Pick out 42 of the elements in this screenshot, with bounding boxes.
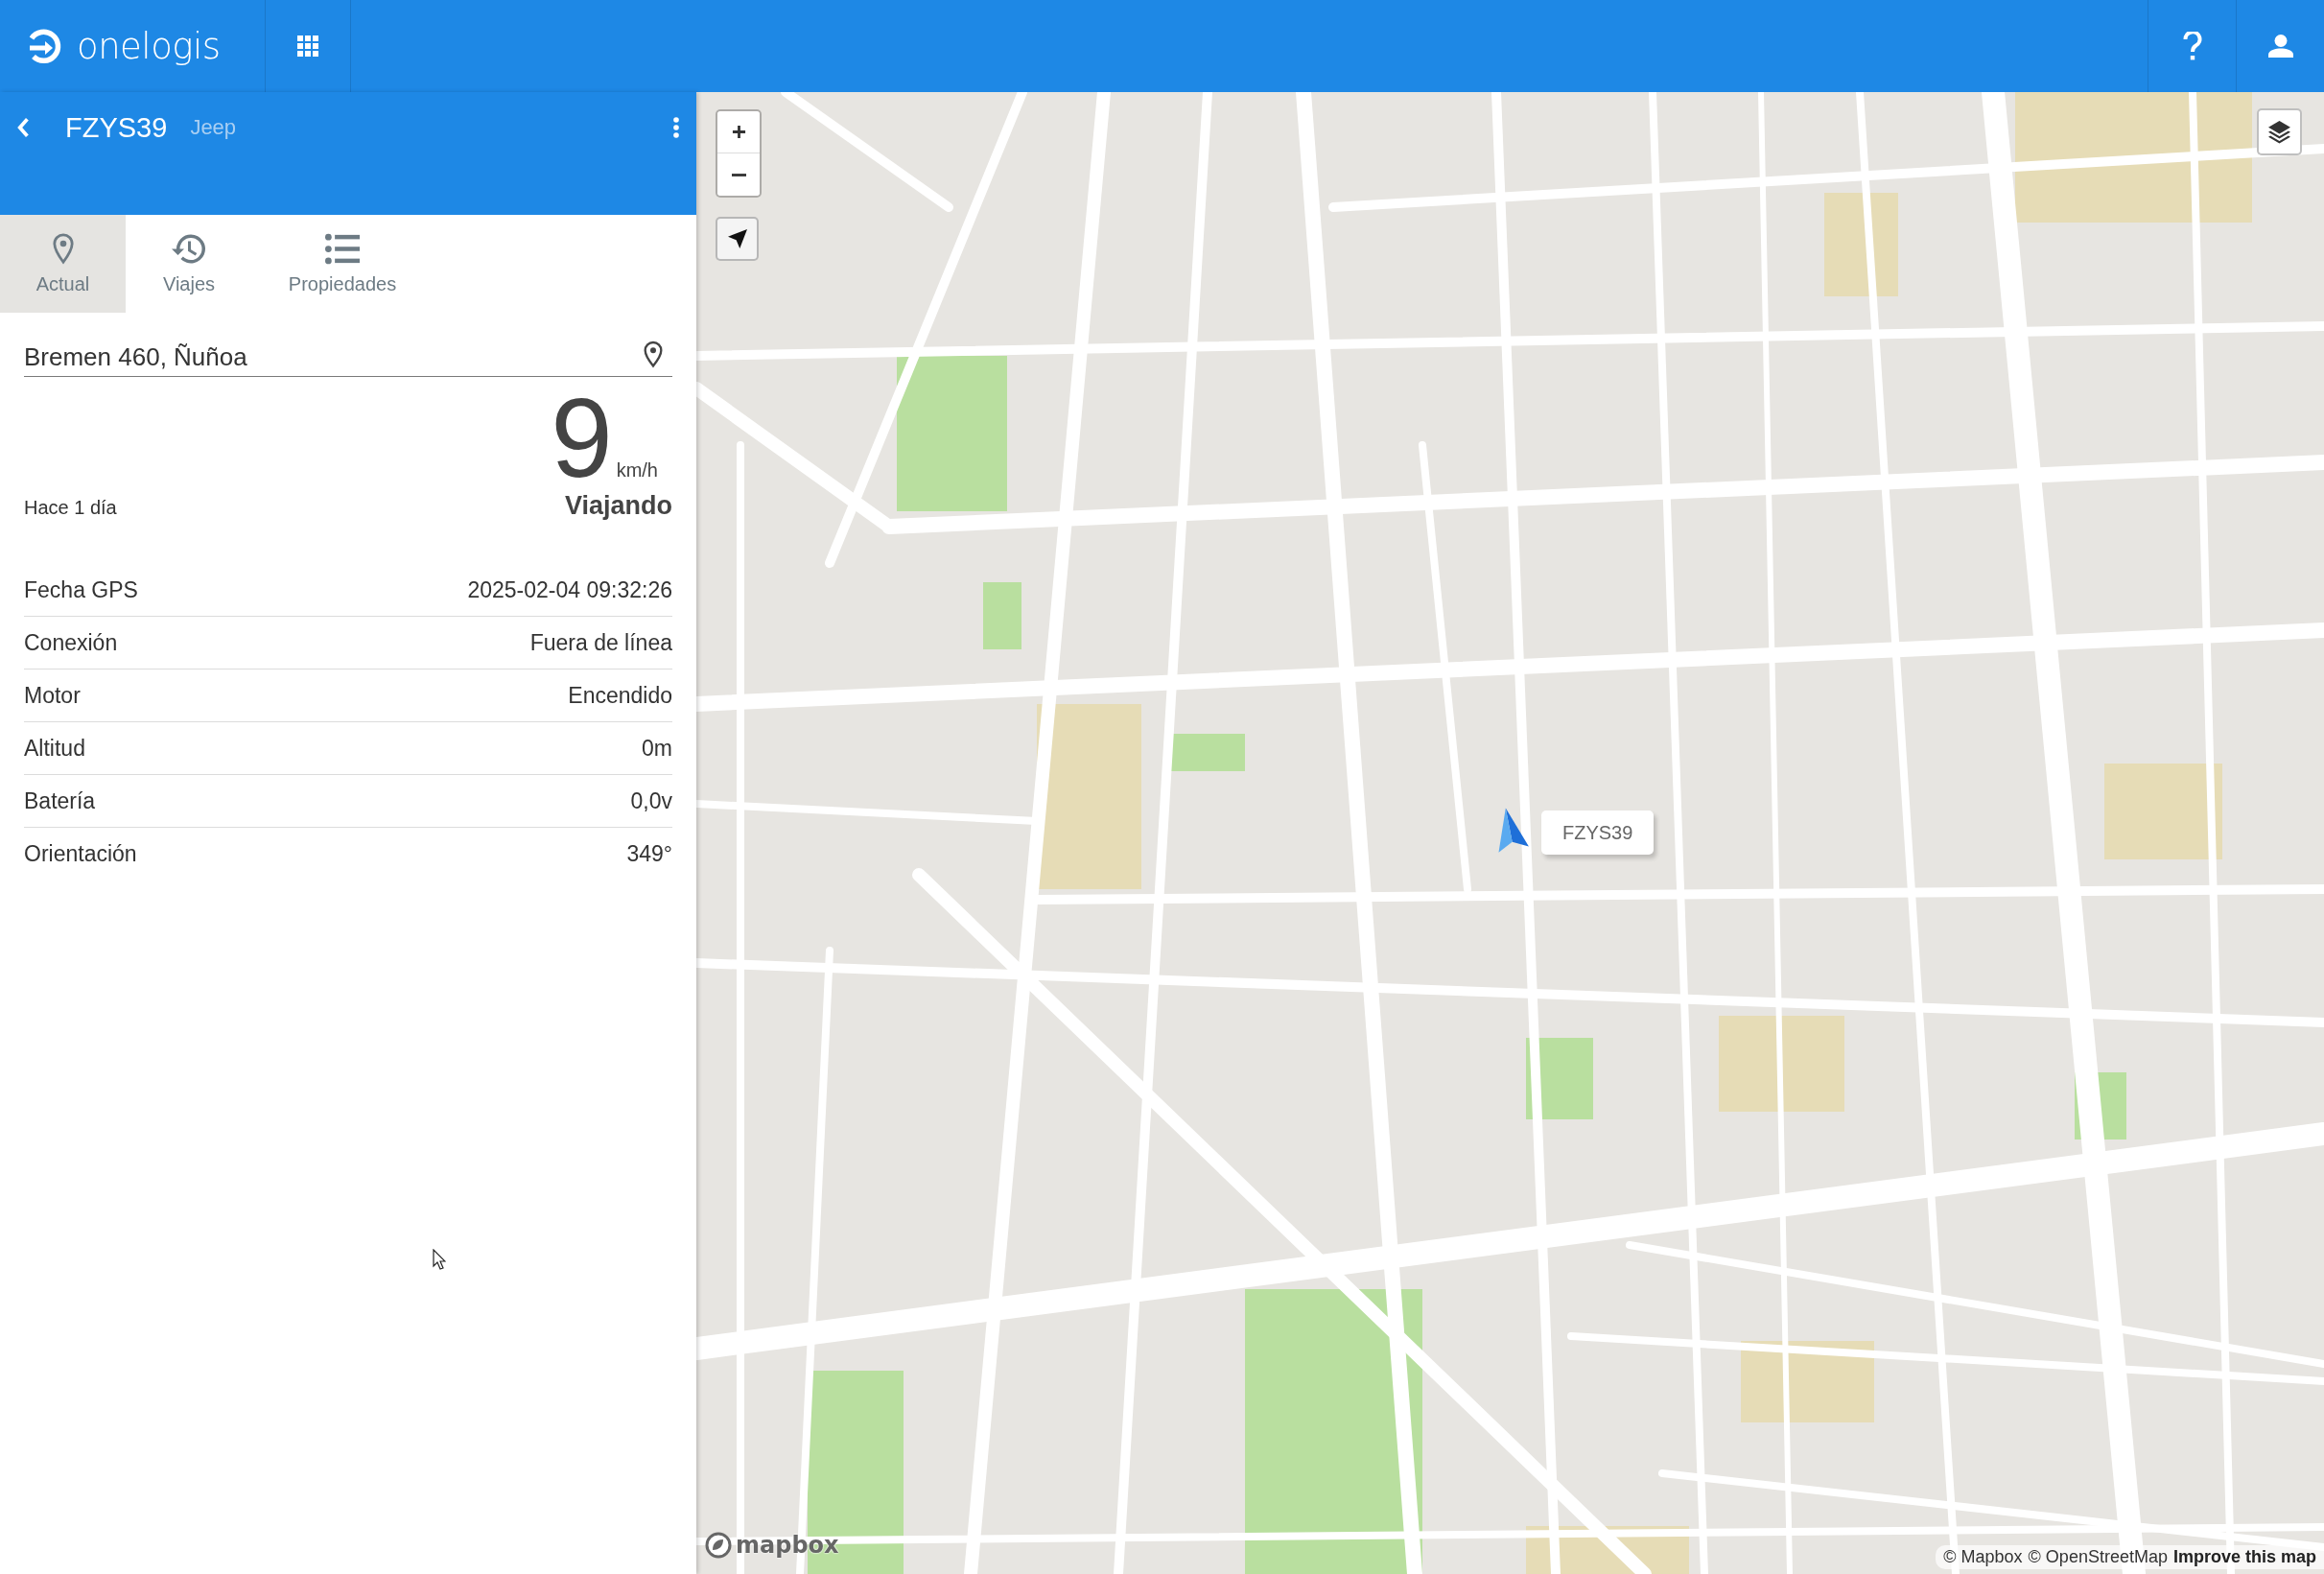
plus-icon xyxy=(731,125,746,139)
back-icon xyxy=(16,117,30,138)
more-icon xyxy=(673,117,679,138)
logo-icon xyxy=(705,1532,732,1559)
layers-icon xyxy=(2267,120,2291,144)
vehicle-map-label: FZYS39 xyxy=(1541,810,1655,855)
property-value: 0m xyxy=(642,735,672,762)
property-value: Encendido xyxy=(568,682,672,709)
speed-value: 9 xyxy=(551,390,613,486)
attribution-link[interactable]: Improve this map xyxy=(2172,1547,2316,1567)
address-field[interactable]: Bremen 460, Ñuñoa xyxy=(24,338,672,377)
property-label: Altitud xyxy=(24,735,85,762)
list-icon xyxy=(325,232,360,265)
grid-icon xyxy=(297,35,318,57)
user-icon xyxy=(2267,35,2293,58)
logo-text: mapbox xyxy=(736,1532,839,1559)
brand-name: onelogis xyxy=(77,25,221,67)
trip-status: Viajando xyxy=(564,490,672,521)
layers-button[interactable] xyxy=(2257,108,2302,155)
property-label: Batería xyxy=(24,787,96,814)
location-pin-icon xyxy=(644,340,663,368)
last-update-text: Hace 1 día xyxy=(24,496,117,519)
attribution-link[interactable]: © OpenStreetMap xyxy=(2028,1547,2168,1567)
history-icon xyxy=(172,232,206,265)
property-label: Motor xyxy=(24,682,81,709)
property-label: Orientación xyxy=(24,841,137,867)
property-label: Fecha GPS xyxy=(24,576,138,603)
property-value: 349° xyxy=(626,841,672,867)
property-value: Fuera de línea xyxy=(529,629,672,656)
property-value: 0,0v xyxy=(630,787,672,814)
vehicle-model: Jeep xyxy=(190,114,237,141)
property-label: Conexión xyxy=(24,629,118,656)
speed-unit: km/h xyxy=(616,459,658,482)
property-value: 2025-02-04 09:32:26 xyxy=(467,576,672,603)
cursor-icon xyxy=(433,1249,446,1270)
help-icon xyxy=(2182,32,2202,60)
zoom-in-button[interactable] xyxy=(717,111,760,153)
locate-button[interactable] xyxy=(716,217,759,261)
navigation-arrow-icon xyxy=(727,229,747,248)
minus-icon xyxy=(731,173,746,176)
attribution-link[interactable]: © Mapbox xyxy=(1943,1547,2023,1567)
vehicle-plate: FZYS39 xyxy=(65,111,168,144)
